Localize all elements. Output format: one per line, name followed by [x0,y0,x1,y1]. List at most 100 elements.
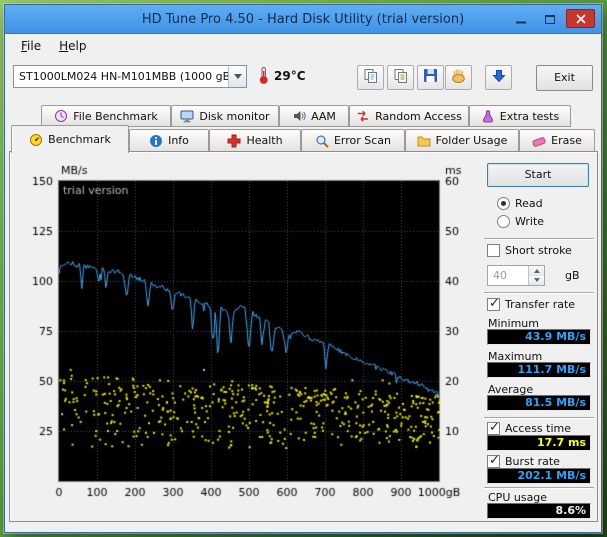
capture-button[interactable] [485,65,512,90]
tab-extra-tests[interactable]: Extra tests [469,105,571,127]
access-time-label: Access time [505,422,571,435]
file-benchmark-icon [54,109,68,123]
shuffle-arrows-icon [356,109,370,123]
access-time-checkbox-control[interactable] [487,422,500,435]
minimum-value-box: 43.9 MB/s [487,329,591,345]
tab-row-top: File Benchmark Disk monitor AAM Random A… [41,105,571,127]
panel-divider [484,292,594,294]
maximum-value: 111.7 MB/s [517,363,586,376]
cpu-usage-value: 8.6% [555,504,586,517]
burst-rate-checkbox[interactable]: Burst rate [487,455,560,468]
floppy-save-icon [423,68,438,87]
short-stroke-stepper[interactable]: 40 [487,265,545,286]
short-stroke-checkbox-control[interactable] [487,244,500,257]
hand-icon [451,68,467,88]
short-stroke-checkbox[interactable]: Short stroke [487,244,572,257]
thermometer-icon [257,66,270,89]
tab-label: Folder Usage [436,134,508,147]
tab-label: Erase [551,134,582,147]
tab-file-benchmark[interactable]: File Benchmark [41,105,171,127]
transfer-rate-checkbox[interactable]: Transfer rate [487,298,575,311]
tab-label: AAM [311,110,336,123]
tab-label: Random Access [375,110,462,123]
burst-rate-checkbox-control[interactable] [487,455,500,468]
short-stroke-label: Short stroke [505,244,572,257]
drive-selector-value: ST1000LM024 HN-M101MBB (1000 gB) [14,70,228,83]
panel-divider [484,238,594,240]
write-label: Write [515,215,544,228]
radio-write-control[interactable] [497,215,510,228]
maximize-button[interactable] [537,9,562,28]
title-bar[interactable]: HD Tune Pro 4.50 - Hard Disk Utility (tr… [5,5,601,34]
exit-button[interactable]: Exit [536,65,593,91]
close-button[interactable] [566,9,595,28]
monitor-icon [180,109,194,123]
tab-benchmark[interactable]: Benchmark [11,125,129,153]
tab-info[interactable]: Info [129,129,209,151]
burst-rate-value-box: 202.1 MB/s [487,468,591,484]
gauge-icon [29,133,43,147]
magnifier-icon [315,134,329,148]
tab-folder-usage[interactable]: Folder Usage [405,129,519,151]
health-cross-icon [227,134,241,148]
menu-bar: File Help [5,35,601,56]
stepper-buttons [528,266,544,285]
chevron-down-icon[interactable] [228,66,246,87]
tab-label: Benchmark [48,133,111,146]
panel-divider [484,417,594,419]
save-button[interactable] [417,65,444,90]
window-controls [508,9,595,28]
start-button[interactable]: Start [487,163,589,187]
tab-label: File Benchmark [73,110,158,123]
copy-screenshot-button[interactable] [357,65,384,90]
minimum-value: 43.9 MB/s [525,330,586,343]
access-time-checkbox[interactable]: Access time [487,422,571,435]
toolbar: ST1000LM024 HN-M101MBB (1000 gB) 29°C Ex… [5,56,601,98]
stepper-down-icon[interactable] [529,276,544,286]
stepper-up-icon[interactable] [529,266,544,276]
tab-random-access[interactable]: Random Access [349,105,469,127]
cpu-usage-value-box: 8.6% [487,503,591,519]
drive-selector[interactable]: ST1000LM024 HN-M101MBB (1000 gB) [13,65,247,88]
tab-label: Disk monitor [199,110,269,123]
access-time-value: 17.7 ms [537,436,586,449]
tab-error-scan[interactable]: Error Scan [301,129,405,151]
panel-divider [484,487,594,489]
maximize-icon [545,9,555,28]
tab-erase[interactable]: Erase [519,129,595,151]
write-radio[interactable]: Write [497,215,544,228]
transfer-rate-checkbox-control[interactable] [487,298,500,311]
read-radio[interactable]: Read [497,197,543,210]
copy-text-button[interactable] [387,65,414,90]
menu-file[interactable]: File [12,37,50,55]
short-stroke-value: 40 [488,266,528,285]
minimize-icon [516,9,526,28]
temperature-value: 29°C [274,69,306,83]
tab-aam[interactable]: AAM [279,105,349,127]
speaker-icon [292,109,306,123]
app-window: HD Tune Pro 4.50 - Hard Disk Utility (tr… [4,4,602,533]
desktop-wallpaper: { "window": { "title": "HD Tune Pro 4.50… [0,0,607,537]
copy-icon [363,68,379,88]
tab-health[interactable]: Health [209,129,301,151]
minimize-button[interactable] [508,9,533,28]
info-icon [149,134,163,148]
burst-rate-label: Burst rate [505,455,560,468]
maximum-value-box: 111.7 MB/s [487,362,591,378]
radio-read-control[interactable] [497,197,510,210]
burst-rate-value: 202.1 MB/s [517,469,586,482]
transfer-rate-label: Transfer rate [505,298,575,311]
tab-disk-monitor[interactable]: Disk monitor [171,105,279,127]
average-value: 81.5 MB/s [525,396,586,409]
download-arrow-icon [492,68,506,87]
tab-label: Info [168,134,189,147]
read-label: Read [515,197,543,210]
menu-help[interactable]: Help [50,37,95,55]
short-stroke-unit: gB [565,269,580,282]
copy-text-icon [393,68,409,88]
folder-icon [417,134,431,148]
donate-button[interactable] [445,65,472,90]
eraser-icon [532,134,546,148]
tab-label: Health [246,134,282,147]
benchmark-chart-canvas [15,157,475,509]
